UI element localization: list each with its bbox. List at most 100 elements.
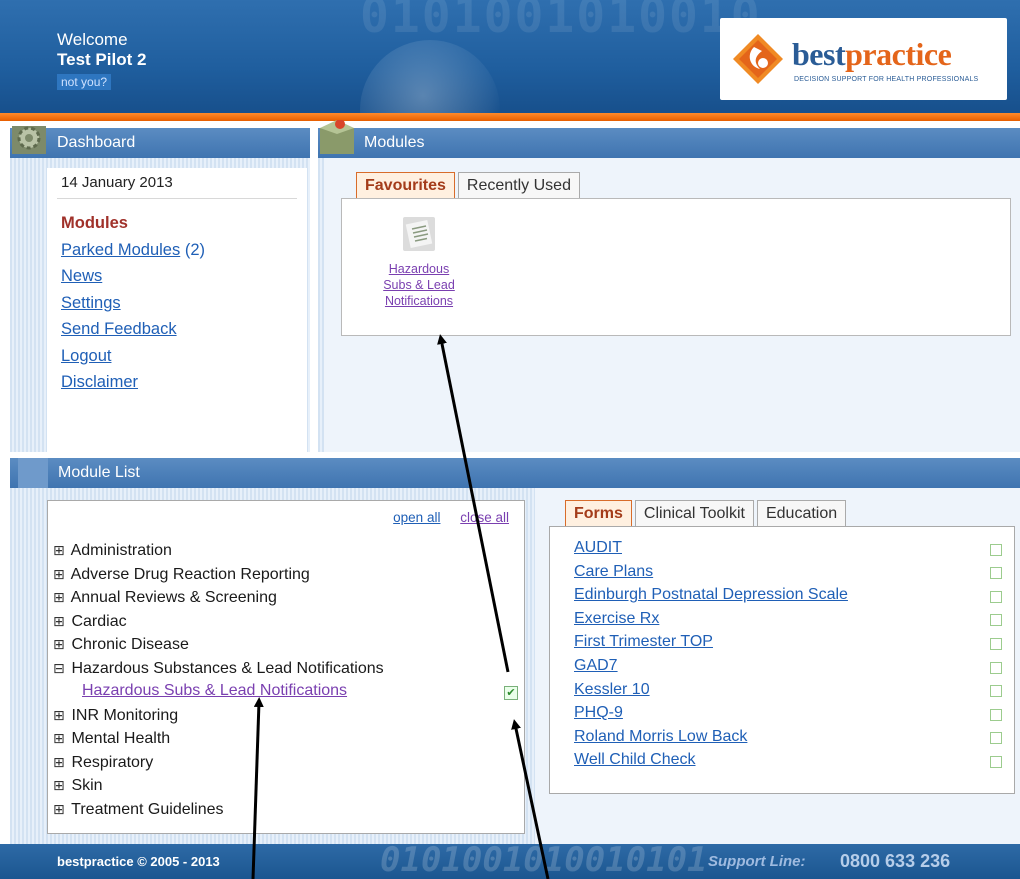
dashboard-header: Dashboard: [10, 126, 310, 158]
dashboard-title: Dashboard: [57, 134, 136, 151]
binary-watermark: 0101001010010: [360, 0, 762, 44]
nav-logout[interactable]: Logout: [61, 347, 111, 365]
tree-item[interactable]: ⊞ Administration: [53, 542, 384, 566]
favourite-checkbox[interactable]: [990, 662, 1002, 674]
expand-icon[interactable]: ⊞: [53, 636, 67, 653]
nav-disclaimer[interactable]: Disclaimer: [61, 373, 138, 391]
tree-item[interactable]: ⊞ Cardiac: [53, 613, 384, 637]
module-list-title: Module List: [58, 464, 140, 481]
tree-item[interactable]: ⊟ Hazardous Substances & Lead Notificati…: [53, 660, 384, 684]
module-tree: open all close all ⊞ Administration ⊞ Ad…: [47, 500, 525, 834]
tree-item-label: Adverse Drug Reaction Reporting: [70, 565, 310, 583]
orange-divider: [0, 113, 1020, 121]
tree-item[interactable]: ⊞ INR Monitoring: [53, 707, 384, 731]
form-link[interactable]: PHQ-9: [574, 704, 623, 721]
favourite-label-line: Notifications: [384, 294, 454, 308]
form-link[interactable]: Exercise Rx: [574, 610, 659, 627]
favourite-label-line: Subs & Lead: [383, 278, 455, 292]
modules-title: Modules: [364, 134, 425, 151]
open-all-link[interactable]: open all: [393, 510, 440, 525]
tab-education[interactable]: Education: [756, 500, 847, 527]
module-link-hazardous-subs[interactable]: Hazardous Subs & Lead Notifications: [82, 682, 347, 700]
tree-actions: open all close all: [377, 510, 509, 525]
parked-count: (2): [180, 240, 205, 259]
tab-clinical-toolkit[interactable]: Clinical Toolkit: [634, 500, 754, 527]
nav-parked-modules[interactable]: Parked Modules: [61, 241, 180, 259]
logo-diamond-icon: [733, 34, 783, 84]
favourite-checkbox[interactable]: [990, 685, 1002, 697]
support-phone: 0800 633 236: [840, 851, 951, 871]
favourite-module-label[interactable]: Hazardous Subs & Lead Notifications: [364, 261, 474, 309]
copyright: bestpractice © 2005 - 2013: [57, 854, 220, 869]
favourite-checkbox[interactable]: [990, 732, 1002, 744]
expand-icon[interactable]: ⊞: [53, 730, 67, 747]
favourite-checkbox[interactable]: [990, 709, 1002, 721]
tab-recently-used[interactable]: Recently Used: [457, 172, 580, 199]
form-item: Care Plans: [574, 563, 848, 587]
tree-item-label: Cardiac: [71, 612, 127, 630]
tree-item[interactable]: ⊞ Skin: [53, 777, 384, 801]
expand-icon[interactable]: ⊞: [53, 801, 67, 818]
tree-item[interactable]: ⊞ Mental Health: [53, 730, 384, 754]
expand-icon[interactable]: ⊞: [53, 613, 67, 630]
welcome-text: Welcome: [57, 30, 128, 49]
expand-icon[interactable]: ⊞: [53, 542, 67, 559]
form-link[interactable]: First Trimester TOP: [574, 633, 713, 650]
divider: [57, 198, 297, 199]
favourite-checkbox[interactable]: [990, 756, 1002, 768]
form-link[interactable]: Kessler 10: [574, 681, 650, 698]
favourite-checkbox[interactable]: [990, 638, 1002, 650]
tree-item-label: Chronic Disease: [71, 636, 189, 653]
expand-icon[interactable]: ⊞: [53, 566, 67, 583]
document-icon: [403, 217, 435, 251]
footer: bestpractice © 2005 - 2013 0101001010010…: [0, 844, 1020, 879]
nav-news[interactable]: News: [61, 267, 102, 285]
nav-settings[interactable]: Settings: [61, 294, 121, 312]
tab-favourites[interactable]: Favourites: [356, 172, 455, 199]
form-link[interactable]: Roland Morris Low Back: [574, 728, 747, 745]
modules-header: Modules: [318, 120, 1020, 158]
form-link[interactable]: AUDIT: [574, 539, 622, 556]
favourite-checkbox[interactable]: [990, 544, 1002, 556]
nav-modules[interactable]: Modules: [61, 214, 128, 232]
favourite-checkbox[interactable]: [990, 567, 1002, 579]
expand-icon[interactable]: ⊞: [53, 589, 67, 606]
gear-icon: [12, 126, 46, 154]
tree-item-label: Respiratory: [71, 753, 154, 771]
globe-graphic: [360, 40, 500, 115]
tree-item[interactable]: ⊞ Treatment Guidelines: [53, 801, 384, 825]
not-you-link[interactable]: not you?: [57, 74, 112, 90]
tree-item[interactable]: ⊞ Respiratory: [53, 754, 384, 778]
favourite-checkbox[interactable]: [990, 614, 1002, 626]
footer-binary-watermark: 0101001010010101: [380, 844, 708, 879]
form-item: AUDIT: [574, 539, 848, 563]
nav-send-feedback[interactable]: Send Feedback: [61, 320, 177, 338]
favourite-checkbox[interactable]: [990, 591, 1002, 603]
form-link[interactable]: Edinburgh Postnatal Depression Scale: [574, 586, 848, 603]
bestpractice-logo[interactable]: bestpractice DECISION SUPPORT FOR HEALTH…: [720, 18, 1007, 100]
form-link[interactable]: Well Child Check: [574, 751, 696, 768]
favourite-checkbox-checked[interactable]: ✔: [504, 686, 518, 700]
welcome-block: Welcome Test Pilot 2 not you?: [57, 30, 146, 91]
tree-item-label: INR Monitoring: [71, 706, 179, 724]
tree-item[interactable]: ⊞ Chronic Disease: [53, 636, 384, 660]
form-link[interactable]: Care Plans: [574, 563, 653, 580]
support-line-label: Support Line:: [708, 853, 806, 870]
form-item: GAD7: [574, 657, 848, 681]
tree-item-label: Annual Reviews & Screening: [70, 589, 277, 606]
expand-icon[interactable]: ⊞: [53, 777, 67, 794]
favourite-module[interactable]: Hazardous Subs & Lead Notifications: [364, 217, 474, 309]
collapse-icon[interactable]: ⊟: [53, 660, 67, 677]
logo-wordmark: bestpractice: [792, 36, 952, 73]
tree-item[interactable]: ⊞ Annual Reviews & Screening: [53, 589, 384, 613]
module-list-header: Module List: [10, 458, 1020, 488]
tab-forms[interactable]: Forms: [565, 500, 632, 527]
expand-icon[interactable]: ⊞: [53, 707, 67, 724]
header-banner: 0101001010010 Welcome Test Pilot 2 not y…: [0, 0, 1020, 115]
favourite-label-line: Hazardous: [388, 262, 450, 276]
close-all-link[interactable]: close all: [460, 510, 509, 525]
tree-item[interactable]: ⊞ Adverse Drug Reaction Reporting: [53, 566, 384, 590]
form-link[interactable]: GAD7: [574, 657, 618, 674]
modules-box-icon: [320, 120, 354, 154]
expand-icon[interactable]: ⊞: [53, 754, 67, 771]
